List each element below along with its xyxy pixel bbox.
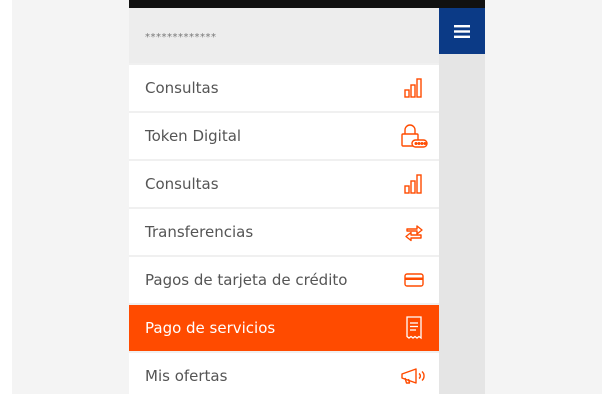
menu-item-label: Pagos de tarjeta de crédito	[145, 271, 348, 289]
menu-item-token-digital[interactable]: Token Digital	[129, 113, 439, 159]
masked-user-id: *************	[145, 32, 217, 43]
receipt-icon	[399, 315, 429, 341]
status-bar	[129, 0, 485, 8]
menu-item-label: Mis ofertas	[145, 367, 228, 385]
megaphone-icon	[399, 363, 429, 389]
padlock-token-icon	[399, 123, 429, 149]
side-menu: Consultas Token Digital Consultas Transf…	[129, 65, 439, 394]
menu-item-transferencias[interactable]: Transferencias	[129, 209, 439, 255]
menu-item-consultas-2[interactable]: Consultas	[129, 161, 439, 207]
menu-item-label: Token Digital	[145, 127, 242, 145]
hamburger-icon	[454, 24, 470, 38]
menu-item-label: Pago de servicios	[145, 319, 276, 337]
user-header: *************	[129, 8, 439, 63]
credit-card-icon	[399, 267, 429, 293]
side-panel-strip	[439, 54, 485, 394]
menu-item-label: Consultas	[145, 175, 219, 193]
menu-item-label: Consultas	[145, 79, 219, 97]
bar-chart-icon	[399, 171, 429, 197]
mobile-app-frame: ************* Consultas Token Digital Co…	[129, 0, 485, 394]
menu-toggle-button[interactable]	[439, 8, 485, 54]
menu-item-label: Transferencias	[145, 223, 254, 241]
menu-item-pagos-tarjeta[interactable]: Pagos de tarjeta de crédito	[129, 257, 439, 303]
menu-item-mis-ofertas[interactable]: Mis ofertas	[129, 353, 439, 394]
transfer-arrows-icon	[399, 219, 429, 245]
menu-item-consultas[interactable]: Consultas	[129, 65, 439, 111]
menu-item-pago-servicios[interactable]: Pago de servicios	[129, 305, 439, 351]
bar-chart-icon	[399, 75, 429, 101]
